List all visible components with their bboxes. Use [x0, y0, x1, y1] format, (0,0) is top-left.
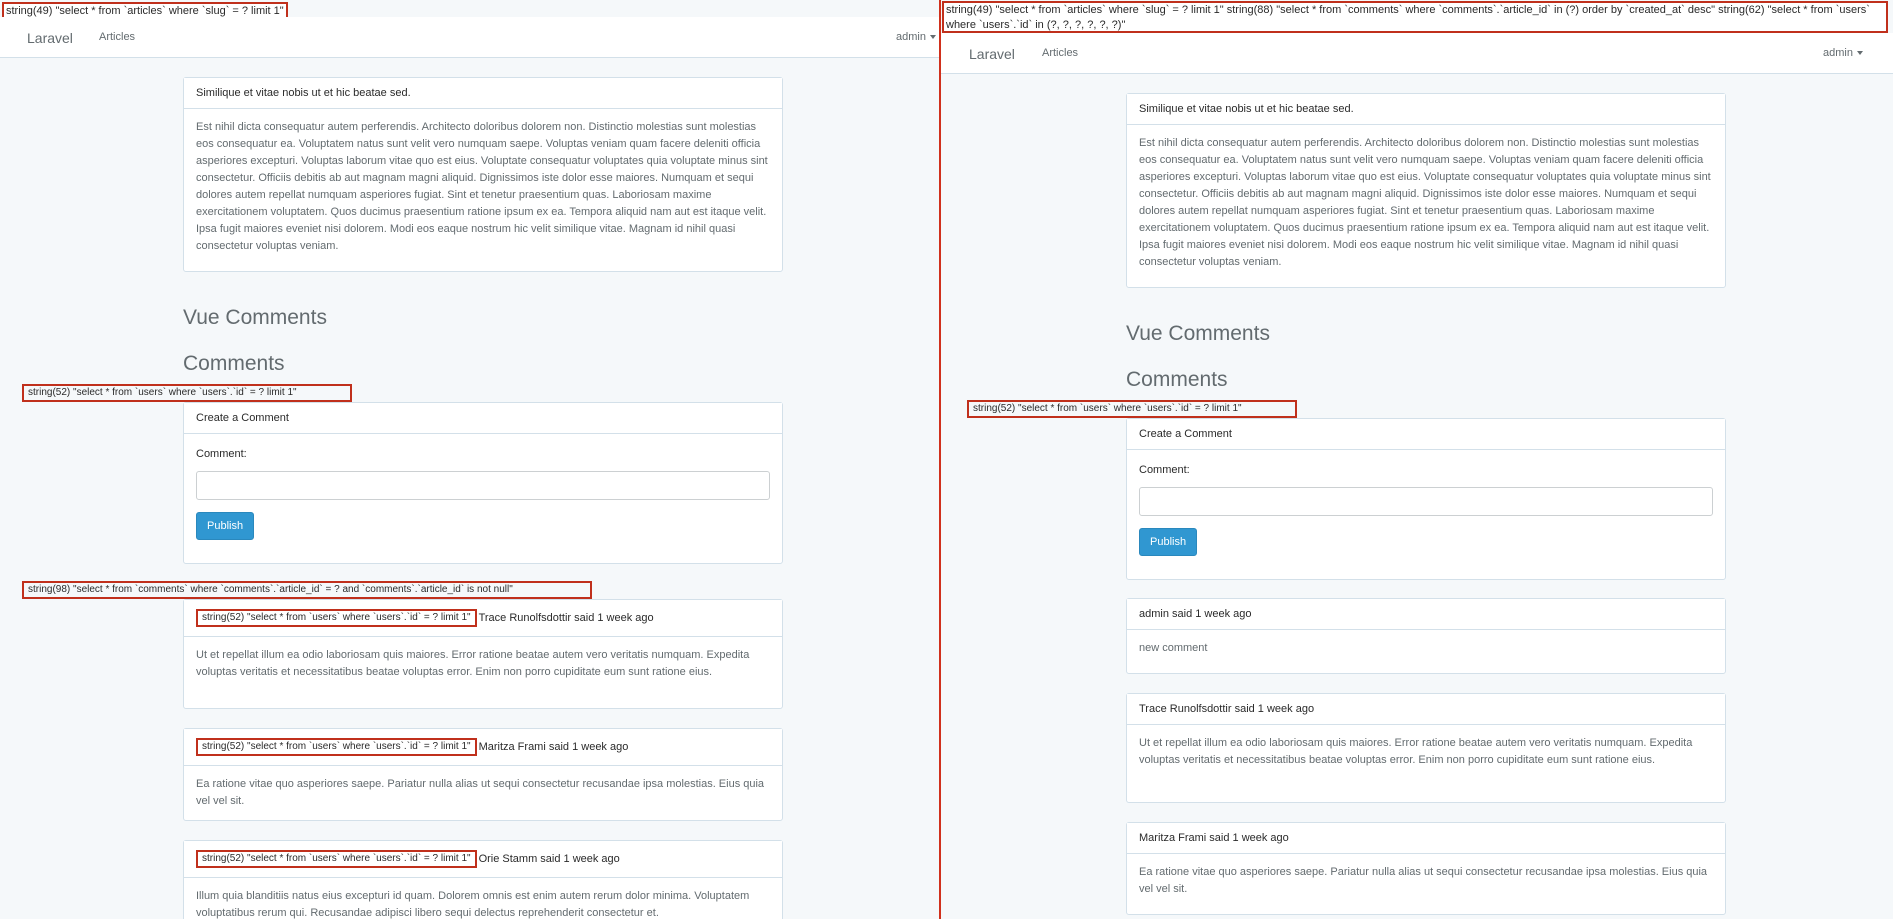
comment-body: Ea ratione vitae quo asperiores saepe. P… [196, 778, 765, 807]
debug-query-comments: string(98) "select * from `comments` whe… [22, 581, 592, 599]
publish-button[interactable]: Publish [196, 512, 255, 540]
article-body: Est nihil dicta consequatur autem perfer… [196, 121, 768, 252]
comment-card: admin said 1 week ago new comment [1126, 598, 1726, 674]
article-title: Similique et vitae nobis ut et hic beata… [184, 78, 782, 109]
debug-query-comment-user: string(52) "select * from `users` where … [196, 609, 477, 627]
comment-meta: Trace Runolfsdottir said 1 week ago [478, 612, 654, 624]
comment-card: string(52) "select * from `users` where … [183, 599, 783, 709]
caret-down-icon [930, 35, 936, 40]
user-menu[interactable]: admin [1823, 47, 1863, 59]
debug-query-users: string(52) "select * from `users` where … [967, 400, 1297, 418]
caret-down-icon [1857, 51, 1863, 56]
debug-query-eager-load: string(49) "select * from `articles` whe… [942, 1, 1888, 33]
user-menu[interactable]: admin [896, 31, 936, 43]
article-panel: Similique et vitae nobis ut et hic beata… [1126, 93, 1726, 288]
comment-meta: admin said 1 week ago [1127, 599, 1725, 630]
brand-link[interactable]: Laravel [27, 30, 73, 46]
comment-meta: Orie Stamm said 1 week ago [478, 853, 620, 865]
create-comment-panel: Create a Comment Comment: Publish [183, 402, 783, 564]
comment-meta: Maritza Frami said 1 week ago [478, 741, 629, 753]
comment-label: Comment: [196, 448, 247, 460]
comment-body: Illum quia blanditiis natus eius exceptu… [196, 890, 750, 919]
publish-button[interactable]: Publish [1139, 528, 1198, 556]
right-screenshot-pane: string(49) "select * from `articles` whe… [941, 0, 1893, 919]
user-name: admin [1823, 47, 1853, 59]
comment-meta: Trace Runolfsdottir said 1 week ago [1127, 694, 1725, 725]
nav-link-articles[interactable]: Articles [1042, 47, 1078, 59]
comments-title: Comments [1126, 368, 1228, 391]
article-panel: Similique et vitae nobis ut et hic beata… [183, 77, 783, 272]
create-comment-panel: Create a Comment Comment: Publish [1126, 418, 1726, 580]
navbar: Laravel Articles admin [941, 33, 1893, 74]
create-comment-heading: Create a Comment [184, 403, 782, 434]
comment-body: Ut et repellat illum ea odio laboriosam … [196, 649, 750, 678]
comment-body: new comment [1139, 642, 1208, 654]
comment-input[interactable] [1139, 487, 1713, 516]
comment-meta: Maritza Frami said 1 week ago [1127, 823, 1725, 854]
brand-link[interactable]: Laravel [969, 46, 1015, 62]
comment-label: Comment: [1139, 464, 1190, 476]
comments-title: Comments [183, 352, 285, 375]
create-comment-heading: Create a Comment [1127, 419, 1725, 450]
navbar: Laravel Articles admin [0, 17, 940, 58]
article-title: Similique et vitae nobis ut et hic beata… [1127, 94, 1725, 125]
debug-query-users: string(52) "select * from `users` where … [22, 384, 352, 402]
left-screenshot-pane: string(49) "select * from `articles` whe… [0, 0, 940, 919]
comment-card: Maritza Frami said 1 week ago Ea ratione… [1126, 822, 1726, 915]
comment-card: string(52) "select * from `users` where … [183, 840, 783, 919]
article-body: Est nihil dicta consequatur autem perfer… [1139, 137, 1711, 268]
comment-body: Ut et repellat illum ea odio laboriosam … [1139, 737, 1693, 766]
vue-comments-title: Vue Comments [1126, 322, 1270, 345]
user-name: admin [896, 31, 926, 43]
comment-card: Trace Runolfsdottir said 1 week ago Ut e… [1126, 693, 1726, 803]
debug-query-comment-user: string(52) "select * from `users` where … [196, 738, 477, 756]
vue-comments-title: Vue Comments [183, 306, 327, 329]
nav-link-articles[interactable]: Articles [99, 31, 135, 43]
comment-input[interactable] [196, 471, 770, 500]
comment-card: string(52) "select * from `users` where … [183, 728, 783, 821]
comment-body: Ea ratione vitae quo asperiores saepe. P… [1139, 866, 1708, 895]
debug-query-comment-user: string(52) "select * from `users` where … [196, 850, 477, 868]
